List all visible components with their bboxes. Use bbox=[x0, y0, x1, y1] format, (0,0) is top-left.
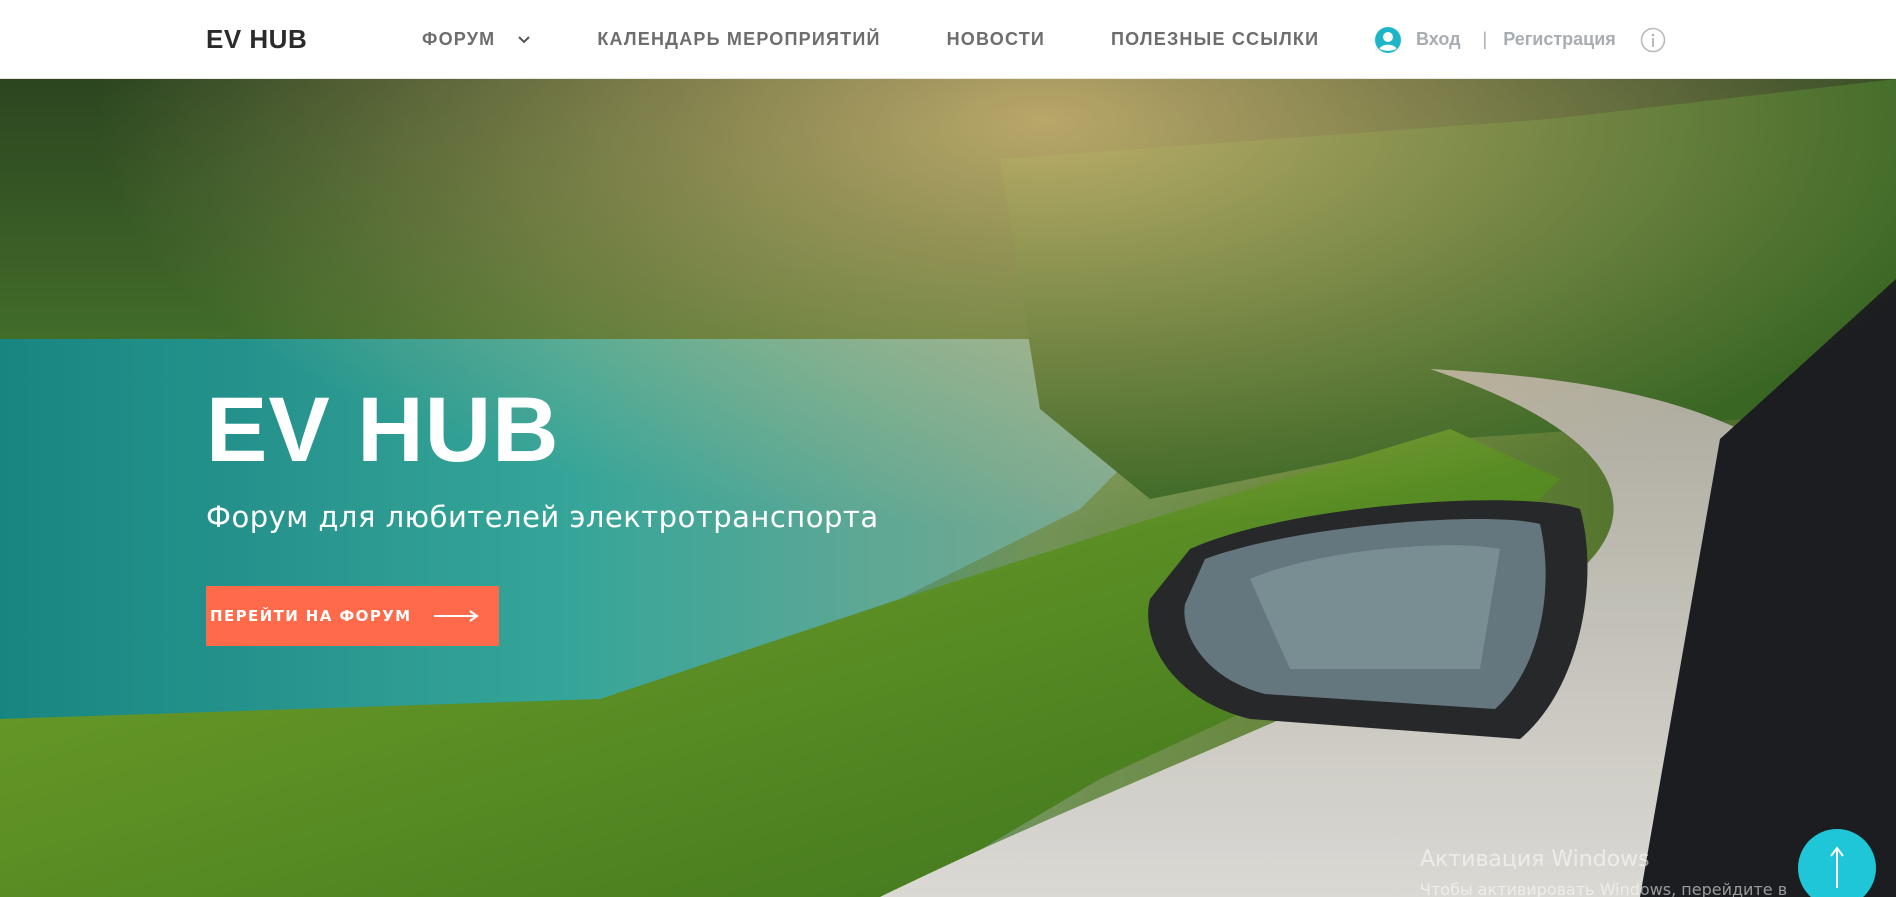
go-to-forum-button[interactable]: ПЕРЕЙТИ НА ФОРУМ bbox=[206, 586, 499, 646]
auth-separator: | bbox=[1482, 29, 1488, 49]
windows-activation-watermark: Активация Windows Чтобы активировать Win… bbox=[1420, 847, 1840, 897]
watermark-title: Активация Windows bbox=[1420, 847, 1650, 872]
login-link[interactable]: Вход bbox=[1416, 29, 1461, 50]
top-navbar: EV HUB ФОРУМ КАЛЕНДАРЬ МЕРОПРИЯТИЙ НОВОС… bbox=[0, 0, 1896, 79]
main-nav: ФОРУМ КАЛЕНДАРЬ МЕРОПРИЯТИЙ НОВОСТИ ПОЛЕ… bbox=[422, 0, 1385, 79]
brand-logo[interactable]: EV HUB bbox=[206, 24, 307, 55]
nav-item-forum[interactable]: ФОРУМ bbox=[422, 29, 531, 50]
arrow-up-icon bbox=[1830, 846, 1844, 888]
chevron-down-icon[interactable] bbox=[517, 33, 531, 47]
nav-item-news-label: НОВОСТИ bbox=[946, 29, 1046, 49]
nav-item-news[interactable]: НОВОСТИ bbox=[947, 29, 1045, 50]
hero-subtitle: Форум для любителей электротранспорта bbox=[206, 500, 879, 534]
user-circle-icon[interactable] bbox=[1374, 26, 1402, 54]
hero-section: EV HUB Форум для любителей электротрансп… bbox=[0, 79, 1896, 897]
go-to-forum-button-label: ПЕРЕЙТИ НА ФОРУМ bbox=[210, 607, 412, 625]
nav-item-useful-links[interactable]: ПОЛЕЗНЫЕ ССЫЛКИ bbox=[1111, 29, 1319, 50]
watermark-text: Чтобы активировать Windows, перейдите в … bbox=[1420, 880, 1788, 897]
nav-item-events-calendar-label: КАЛЕНДАРЬ МЕРОПРИЯТИЙ bbox=[597, 29, 881, 49]
auth-area: Вход | Регистрация bbox=[1374, 0, 1666, 79]
hero-title: EV HUB bbox=[206, 379, 560, 481]
nav-item-useful-links-label: ПОЛЕЗНЫЕ ССЫЛКИ bbox=[1111, 29, 1320, 49]
arrow-right-icon bbox=[433, 610, 479, 622]
register-link[interactable]: Регистрация bbox=[1503, 29, 1616, 50]
nav-item-events-calendar[interactable]: КАЛЕНДАРЬ МЕРОПРИЯТИЙ bbox=[597, 29, 880, 50]
nav-item-forum-label: ФОРУМ bbox=[422, 29, 496, 49]
info-circle-icon[interactable] bbox=[1640, 27, 1666, 53]
scroll-to-top-button[interactable] bbox=[1798, 829, 1876, 897]
hero-background-image bbox=[0, 79, 1896, 897]
